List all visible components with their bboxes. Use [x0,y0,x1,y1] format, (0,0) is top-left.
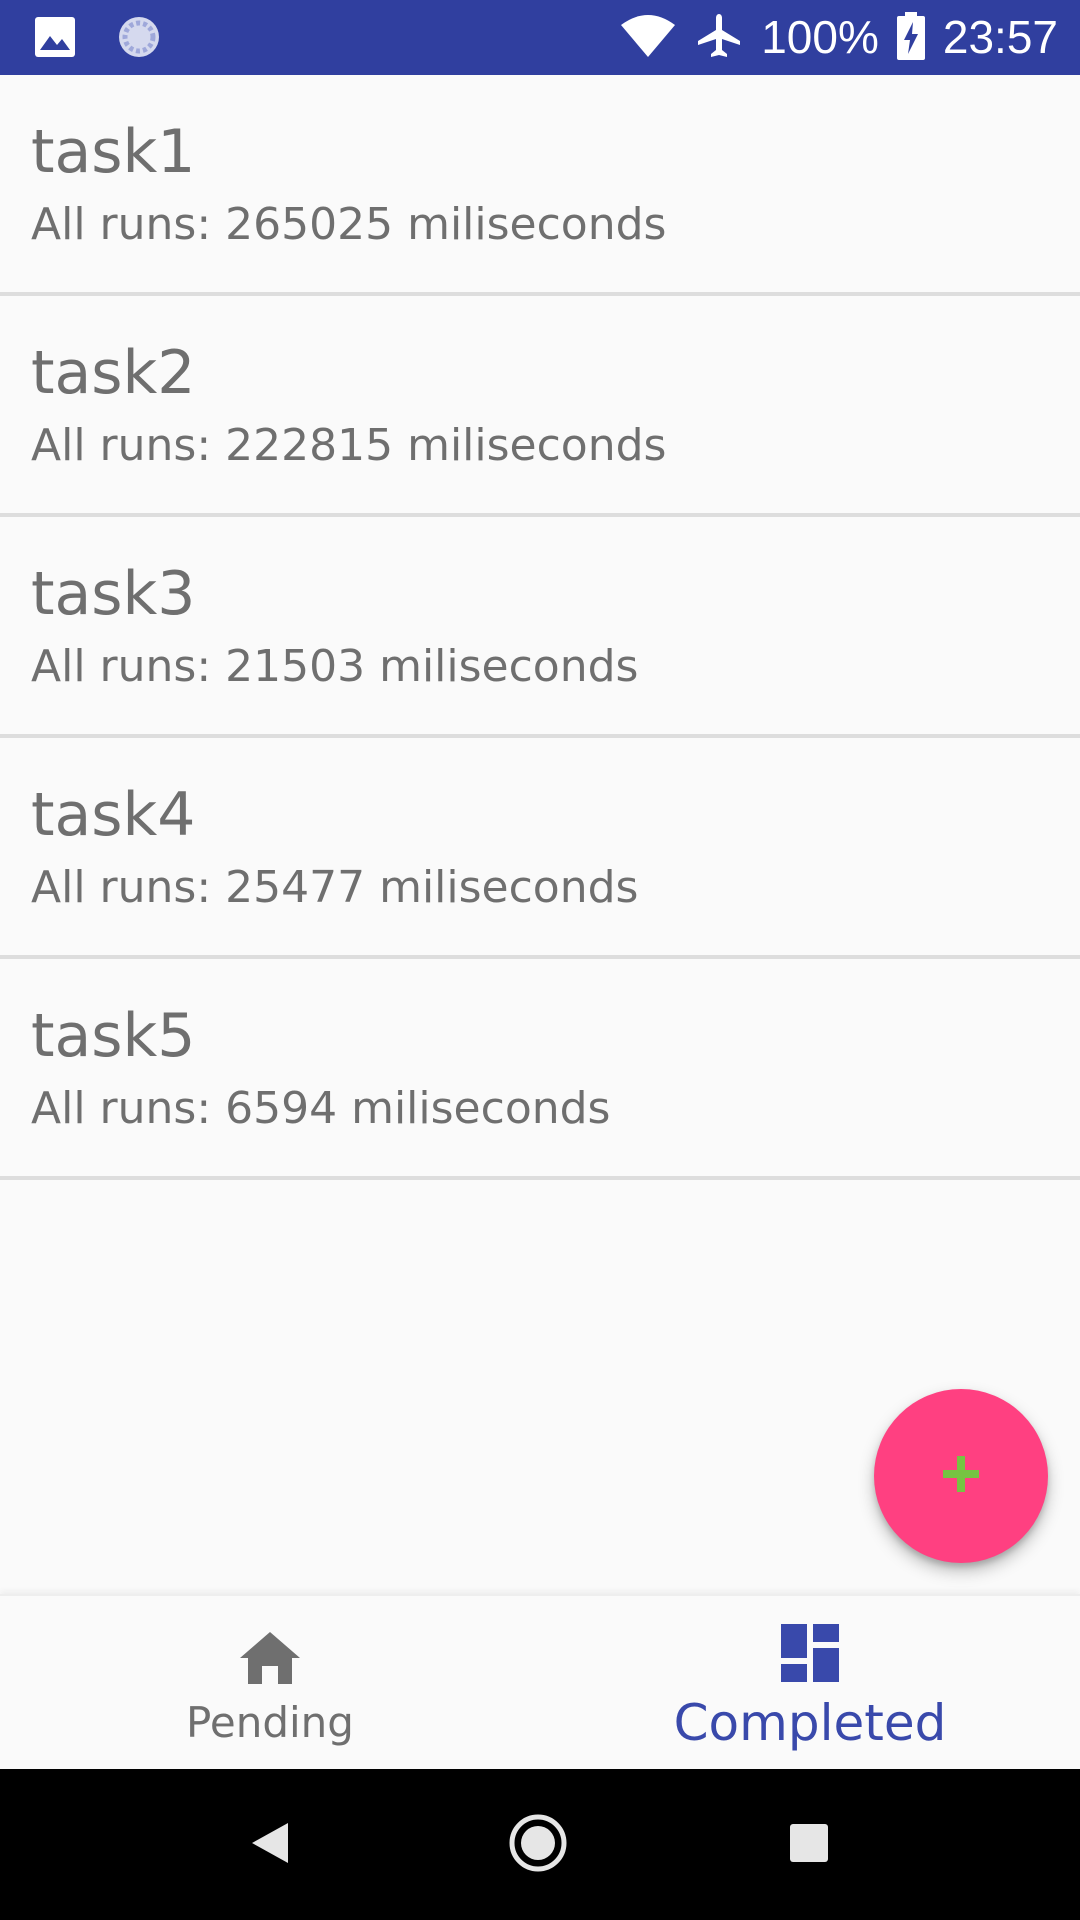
recents-icon [789,1823,829,1867]
task-name: task5 [31,1001,196,1071]
task-runs: All runs: 25477 miliseconds [31,862,639,913]
airplane-icon [695,12,743,64]
status-bar: 100% 23:57 [0,0,1080,75]
home-circle-icon [508,1813,568,1877]
task-runs: All runs: 222815 miliseconds [31,420,667,471]
dashboard-icon [781,1624,839,1686]
task-item[interactable]: task2 All runs: 222815 miliseconds [0,296,1080,517]
battery-percent: 100% [761,11,879,63]
wifi-icon [619,13,677,63]
task-item[interactable]: task3 All runs: 21503 miliseconds [0,517,1080,738]
nav-item-completed[interactable]: Completed [540,1596,1080,1771]
bottom-navigation: Pending Completed [0,1594,1080,1771]
task-item[interactable]: task1 All runs: 265025 miliseconds [0,75,1080,296]
task-runs: All runs: 265025 miliseconds [31,199,667,250]
home-icon [238,1630,302,1688]
back-button[interactable] [230,1769,310,1920]
task-name: task4 [31,780,196,850]
clock: 23:57 [942,11,1058,63]
task-name: task2 [31,338,196,408]
battery-charging-icon [896,11,925,64]
sync-icon [116,14,162,64]
plus-icon [941,1454,981,1498]
nav-label-pending: Pending [186,1698,354,1747]
system-navigation-bar [0,1769,1080,1920]
home-button[interactable] [498,1769,578,1920]
nav-item-pending[interactable]: Pending [0,1596,540,1771]
task-item[interactable]: task4 All runs: 25477 miliseconds [0,738,1080,959]
task-item[interactable]: task5 All runs: 6594 miliseconds [0,959,1080,1180]
task-runs: All runs: 6594 miliseconds [31,1083,611,1134]
nav-label-completed: Completed [673,1694,947,1752]
task-name: task1 [31,117,196,187]
task-list: task1 All runs: 265025 miliseconds task2… [0,75,1080,1180]
task-runs: All runs: 21503 miliseconds [31,641,639,692]
image-icon [34,16,76,62]
add-task-button[interactable] [874,1389,1048,1563]
task-name: task3 [31,559,196,629]
recents-button[interactable] [769,1769,849,1920]
back-icon [250,1821,290,1869]
